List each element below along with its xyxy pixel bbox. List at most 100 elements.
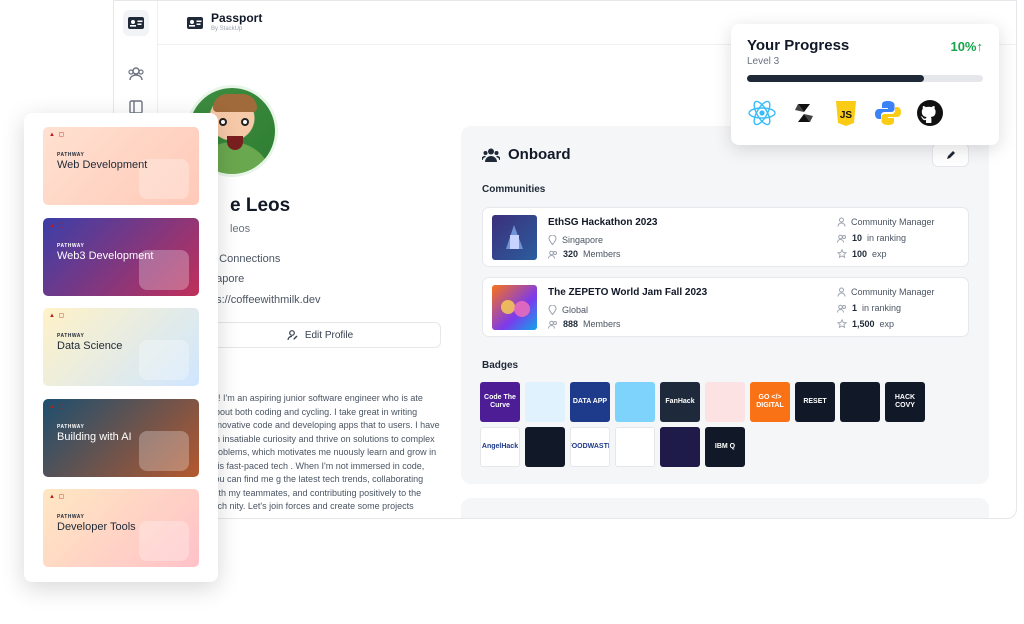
badge-label: FanHack [665,398,695,405]
badge[interactable]: GO </> DIGITAL [750,382,790,422]
passport-logo-icon [187,16,203,29]
users-icon [548,250,557,259]
community-role: Community Manager [837,217,935,227]
pathway-kicker: PATHWAY [57,242,85,249]
badge[interactable] [615,382,655,422]
onboard-header: Onboard [482,146,571,163]
pencil-icon [946,151,955,159]
python-icon[interactable] [873,98,903,128]
badge[interactable]: DATA APP [570,382,610,422]
community-location: Global [548,305,588,315]
user-icon [837,287,846,297]
community-card[interactable]: EthSG Hackathon 2023 Singapore 320 Member… [482,207,969,267]
badge[interactable] [705,382,745,422]
star-icon [837,319,847,329]
users-icon [482,148,500,162]
screenshot-stage: Passport By StackUp e Leos leos 0 Connec… [0,0,1024,624]
react-icon[interactable] [747,98,777,128]
about-text: re! I'm an aspiring junior software engi… [210,393,440,511]
badge[interactable] [525,382,565,422]
badge[interactable]: RESET [795,382,835,422]
community-name: The ZEPETO World Jam Fall 2023 [548,287,708,298]
stackup-logo: ▲ ▢ [49,494,66,500]
users-icon [548,320,557,329]
community-exp: 1,500 exp [837,319,894,329]
community-members: 320 Members [548,249,621,259]
badge[interactable]: AngelHack [480,427,520,467]
profile-connections[interactable]: 0 Connections [210,253,280,265]
pathway-card[interactable]: ▲ ▢ PATHWAY Web Development [43,127,199,205]
badge[interactable]: Code The Curve [480,382,520,422]
pathway-card[interactable]: ▲ ▢ PATHWAY Web3 Development [43,217,199,296]
community-card[interactable]: The ZEPETO World Jam Fall 2023 Global 88… [482,277,969,337]
pathway-kicker: PATHWAY [57,514,85,520]
skill-icons: JS [747,98,945,128]
badge-label: HACK COVY [894,394,916,409]
javascript-icon[interactable]: JS [831,98,861,128]
rail-passport-button[interactable] [123,10,149,36]
community-exp: 100 exp [837,249,887,259]
badge-label: IBM Q [714,443,736,450]
map-pin-icon [548,305,557,315]
rail-community-button[interactable] [123,61,149,87]
community-thumbnail [492,285,537,330]
pathway-title: Developer Tools [57,521,136,533]
progress-title: Your Progress [747,37,850,54]
profile-handle: leos [230,223,251,235]
badge[interactable] [525,427,565,467]
communities-label: Communities [482,184,546,195]
app-title: Passport [211,11,263,25]
edit-onboard-button[interactable] [932,143,969,167]
github-icon[interactable] [915,98,945,128]
badge-label: DATA APP [572,398,608,405]
stackup-logo: ▲ ▢ [49,222,66,229]
next-panel [461,498,989,518]
edit-profile-button[interactable]: Edit Profile [199,322,441,348]
pathway-kicker: PATHWAY [57,152,85,158]
edit-profile-label: Edit Profile [304,329,354,341]
pathway-title: Data Science [57,340,123,352]
progress-bar-fill [747,75,924,82]
onboard-panel: Onboard Communities EthSG Hackathon 2023… [461,126,989,484]
pathway-card[interactable]: ▲ ▢ PATHWAY Developer Tools [43,489,199,567]
badge[interactable]: IBM Q [705,427,745,467]
community-thumbnail [492,215,537,260]
badges-label: Badges [482,360,519,371]
badge-label: RESET [803,398,827,405]
badge-label: FOODWASTE [571,443,609,450]
pathway-title: Building with AI [57,430,132,443]
badge-label: GO </> DIGITAL [756,394,784,409]
pathways-panel: ▲ ▢ PATHWAY Web Development ▲ ▢ PATHWAY Web3 … [24,113,218,582]
profile-website-link[interactable]: ps://coffeewithmilk.dev [210,294,320,306]
user-icon [837,217,846,227]
badge-label: AngelHack [481,443,519,450]
badge[interactable] [840,382,880,422]
community-ranking: 1 in ranking [837,303,901,313]
badge[interactable] [615,427,655,467]
pathway-card[interactable]: ▲ ▢ PATHWAY Data Science [43,308,199,386]
progress-level: Level 3 [747,56,780,67]
user-edit-icon [287,330,298,341]
map-pin-icon [548,235,557,245]
users-icon [128,67,144,81]
onboard-title: Onboard [508,146,571,163]
pathway-title: Web3 Development [57,249,154,262]
solidity-icon[interactable] [789,98,819,128]
community-role: Community Manager [837,287,935,297]
badge[interactable]: FanHack [660,382,700,422]
badge[interactable]: FOODWASTE [570,427,610,467]
pathway-illustration [139,340,189,380]
community-name: EthSG Hackathon 2023 [548,217,658,228]
users-icon [837,304,846,313]
pathway-card[interactable]: ▲ ▢ PATHWAY Building with AI [43,398,199,477]
progress-bar [747,75,983,82]
stackup-logo: ▲ ▢ [49,313,66,319]
progress-percent: 10%↑ [950,39,983,54]
community-location: Singapore [548,235,603,245]
badge[interactable]: HACK COVY [885,382,925,422]
stackup-logo: ▲ ▢ [49,403,66,410]
app-subtitle: By StackUp [211,26,243,32]
brand[interactable]: Passport By StackUp [186,12,262,33]
badge[interactable] [660,427,700,467]
badge-label: Code The Curve [484,394,516,409]
